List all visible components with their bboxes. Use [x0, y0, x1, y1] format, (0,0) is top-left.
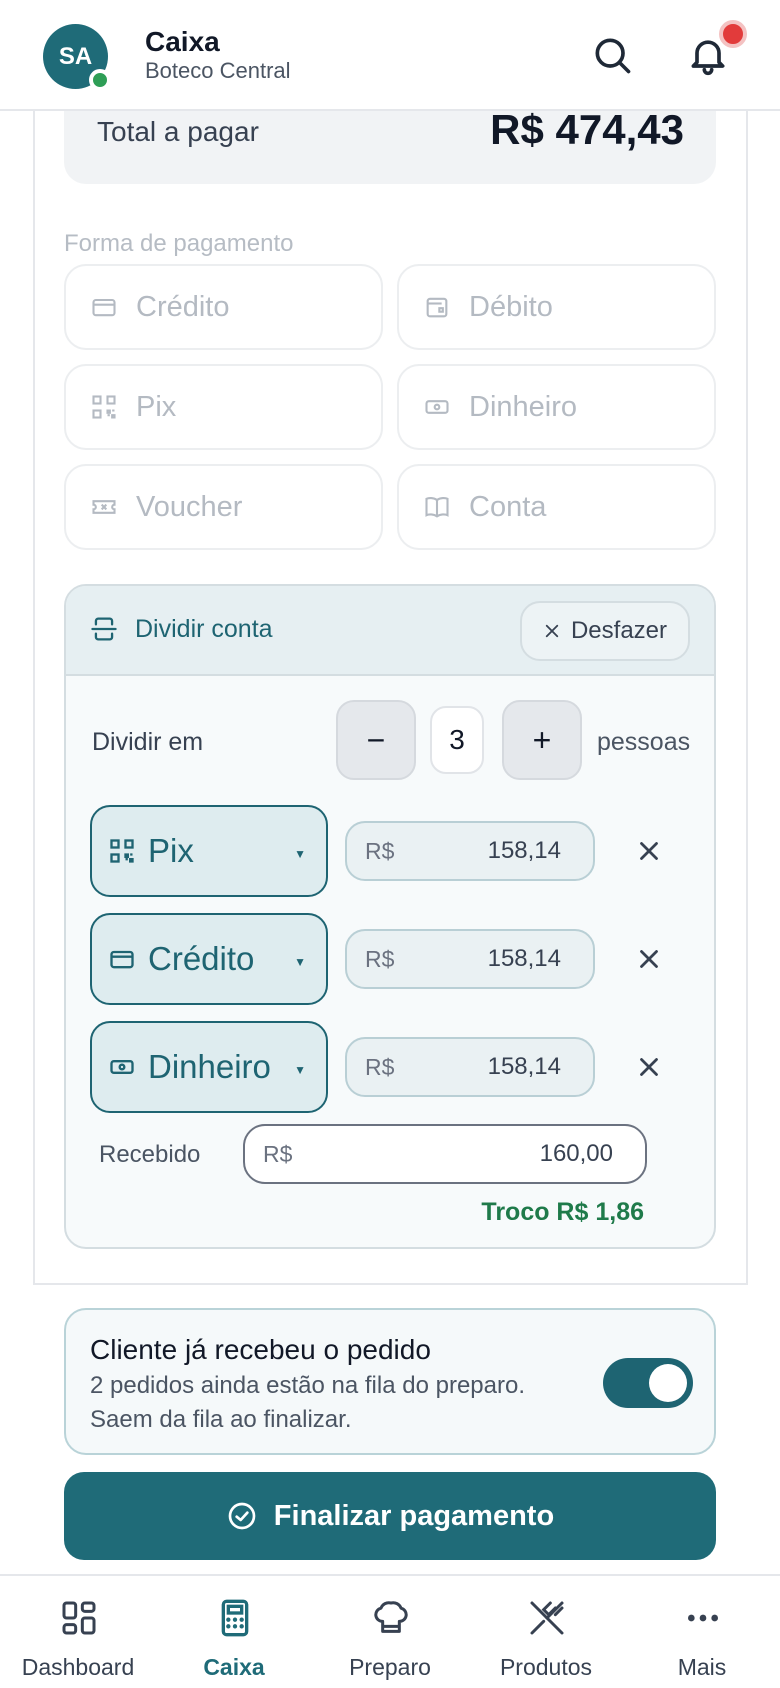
chef-hat-icon: [374, 1601, 408, 1633]
close-icon: [545, 624, 559, 638]
split-method-select[interactable]: Pix ▼: [90, 805, 328, 897]
nav-label: Produtos: [499, 1654, 593, 1680]
total-label: Total a pagar: [97, 116, 259, 147]
order-delivered-toggle[interactable]: [603, 1358, 693, 1408]
received-amount-input[interactable]: R$ 160,00: [243, 1124, 647, 1184]
split-amount-field[interactable]: R$ 158,14: [345, 929, 595, 989]
change-amount: Troco R$ 1,86: [481, 1198, 644, 1226]
finalize-payment-label: Finalizar pagamento: [273, 1499, 555, 1532]
currency-label: R$: [365, 1054, 395, 1080]
split-method-select[interactable]: Crédito ▼: [90, 913, 328, 1005]
remove-split-icon[interactable]: [634, 836, 664, 866]
total-value: R$ 474,43: [490, 106, 684, 153]
payment-voucher-button[interactable]: Voucher: [64, 464, 383, 550]
split-method-label: Crédito: [148, 940, 255, 977]
nav-item-produtos[interactable]: Produtos: [468, 1576, 624, 1688]
book-icon: [425, 497, 449, 518]
calculator-icon: [221, 1599, 249, 1637]
ticket-icon: [92, 500, 116, 514]
payment-voucher-label: Voucher: [136, 490, 243, 523]
toggle-knob: [649, 1364, 687, 1402]
remove-split-icon[interactable]: [634, 944, 664, 974]
decrease-people-button[interactable]: −: [336, 700, 416, 780]
people-label: pessoas: [597, 728, 691, 756]
payment-section-label: Forma de pagamento: [64, 230, 294, 257]
split-icon: [91, 617, 117, 641]
received-label: Recebido: [99, 1141, 201, 1168]
notification-badge: [719, 20, 747, 48]
undo-split-label: Desfazer: [570, 617, 668, 644]
split-method-label: Pix: [148, 832, 194, 869]
split-amount-value: 158,14: [487, 837, 561, 864]
avatar-initials: SA: [58, 42, 93, 70]
dashboard-icon: [62, 1601, 96, 1635]
payment-pix-label: Pix: [136, 390, 177, 423]
split-amount-value: 158,14: [487, 945, 561, 972]
app-header: SA Caixa Boteco Central: [0, 0, 780, 111]
nav-item-caixa[interactable]: Caixa: [156, 1576, 312, 1688]
cash-icon: [110, 1060, 134, 1074]
chevron-down-icon: ▼: [294, 847, 306, 861]
payment-credit-label: Crédito: [136, 290, 230, 323]
divide-label: Dividir em: [92, 728, 204, 756]
split-amount-field[interactable]: R$ 158,14: [345, 1037, 595, 1097]
split-bill-header: Dividir conta Desfazer: [66, 586, 714, 676]
payment-cash-label: Dinheiro: [469, 390, 577, 423]
online-status-dot: [89, 69, 111, 91]
nav-item-dashboard[interactable]: Dashboard: [0, 1576, 156, 1688]
split-bill-title: Dividir conta: [135, 615, 273, 643]
increase-people-button[interactable]: +: [502, 700, 582, 780]
chevron-down-icon: ▼: [294, 955, 306, 969]
nav-label: Caixa: [203, 1654, 265, 1680]
finalize-payment-button[interactable]: Finalizar pagamento: [64, 1472, 716, 1560]
payment-account-label: Conta: [469, 490, 547, 523]
cash-icon: [425, 400, 449, 414]
payment-account-button[interactable]: Conta: [397, 464, 716, 550]
nav-label: Preparo: [349, 1654, 431, 1680]
split-method-label: Dinheiro: [148, 1048, 271, 1085]
split-amount-field[interactable]: R$ 158,14: [345, 821, 595, 881]
payment-cash-button[interactable]: Dinheiro: [397, 364, 716, 450]
nav-label: Mais: [677, 1654, 727, 1680]
nav-label: Dashboard: [21, 1654, 135, 1680]
people-count[interactable]: 3: [430, 706, 484, 774]
nav-item-mais[interactable]: Mais: [624, 1576, 780, 1688]
chevron-down-icon: ▼: [294, 1063, 306, 1077]
payment-pix-button[interactable]: Pix: [64, 364, 383, 450]
qr-code-icon: [110, 839, 134, 863]
qr-code-icon: [92, 395, 116, 419]
split-amount-value: 158,14: [487, 1053, 561, 1080]
bottom-nav: Dashboard Caixa Preparo Produtos Mais: [0, 1574, 780, 1688]
split-method-select[interactable]: Dinheiro ▼: [90, 1021, 328, 1113]
order-delivered-card: Cliente já recebeu o pedido 2 pedidos ai…: [64, 1308, 716, 1455]
wallet-icon: [426, 297, 448, 318]
credit-card-icon: [92, 298, 116, 317]
search-icon[interactable]: [590, 33, 634, 77]
payment-debit-button[interactable]: Débito: [397, 264, 716, 350]
venue-name: Boteco Central: [145, 58, 291, 83]
page-title: Caixa: [145, 26, 220, 57]
currency-label: R$: [365, 838, 395, 864]
utensils-icon: [530, 1601, 564, 1635]
payment-credit-button[interactable]: Crédito: [64, 264, 383, 350]
order-delivered-note: 2 pedidos ainda estão na fila do preparo…: [90, 1372, 525, 1399]
order-delivered-title: Cliente já recebeu o pedido: [90, 1334, 431, 1365]
received-amount-value: 160,00: [539, 1140, 613, 1167]
order-delivered-note: Saem da fila ao finalizar.: [90, 1406, 352, 1433]
credit-card-icon: [110, 950, 134, 969]
check-circle-icon: [228, 1502, 256, 1530]
remove-split-icon[interactable]: [634, 1052, 664, 1082]
currency-label: R$: [263, 1141, 293, 1167]
currency-label: R$: [365, 946, 395, 972]
split-bill-box: Dividir conta Desfazer Dividir em − 3 + …: [64, 584, 716, 1249]
more-icon: [688, 1614, 718, 1622]
payment-debit-label: Débito: [469, 290, 553, 323]
nav-item-preparo[interactable]: Preparo: [312, 1576, 468, 1688]
undo-split-button[interactable]: Desfazer: [520, 601, 690, 661]
